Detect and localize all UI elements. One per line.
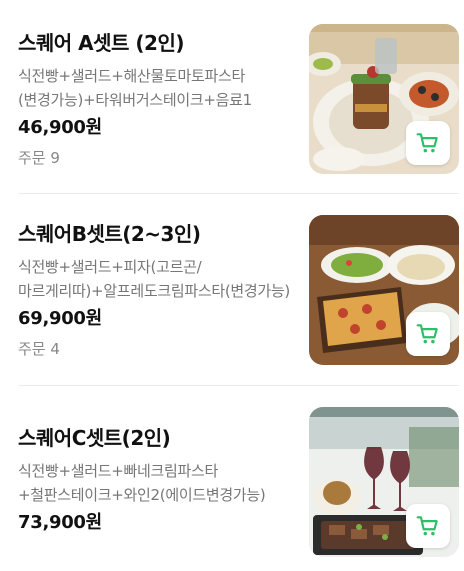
menu-item-title: 스퀘어B셋트(2~3인) xyxy=(18,222,201,246)
add-to-cart-button[interactable] xyxy=(406,504,450,548)
divider xyxy=(18,385,459,386)
menu-item-price: 69,900원 xyxy=(18,308,102,329)
menu-item-description: 식전빵+샐러드+빠네크림파스타+철판스테이크+와인2(에이드변경가능) xyxy=(18,462,266,504)
menu-item-photo[interactable] xyxy=(309,215,459,365)
menu-item-description: 식전빵+샐러드+피자(고르곤/마르게리따)+알프레도크림파스타(변경가능) xyxy=(18,258,290,300)
menu-item-order-count: 주문 4 xyxy=(18,340,60,358)
menu-item-description: 식전빵+샐러드+해산물토마토파스타(변경가능)+타워버거스테이크+음료1 xyxy=(18,67,252,109)
menu-item-info: 스퀘어C셋트(2인) 식전빵+샐러드+빠네크림파스타+철판스테이크+와인2(에이… xyxy=(18,425,293,535)
cart-icon xyxy=(416,324,438,344)
cart-icon xyxy=(416,133,438,153)
menu-item-info: 스퀘어B셋트(2~3인) 식전빵+샐러드+피자(고르곤/마르게리따)+알프레도크… xyxy=(18,221,293,359)
menu-item-order-count: 주문 9 xyxy=(18,149,60,167)
menu-item-title: 스퀘어 A셋트 (2인) xyxy=(18,31,185,55)
menu-item-price: 73,900원 xyxy=(18,512,102,533)
menu-item-info: 스퀘어 A셋트 (2인) 식전빵+샐러드+해산물토마토파스타(변경가능)+타워버… xyxy=(18,30,293,168)
menu-list: 스퀘어 A셋트 (2인) 식전빵+샐러드+해산물토마토파스타(변경가능)+타워버… xyxy=(0,0,464,571)
add-to-cart-button[interactable] xyxy=(406,121,450,165)
cart-icon xyxy=(416,516,438,536)
divider xyxy=(18,193,459,194)
menu-item-photo[interactable] xyxy=(309,407,459,557)
menu-item-title: 스퀘어C셋트(2인) xyxy=(18,426,171,450)
add-to-cart-button[interactable] xyxy=(406,312,450,356)
menu-item-price: 46,900원 xyxy=(18,117,102,138)
menu-item-photo[interactable] xyxy=(309,24,459,174)
